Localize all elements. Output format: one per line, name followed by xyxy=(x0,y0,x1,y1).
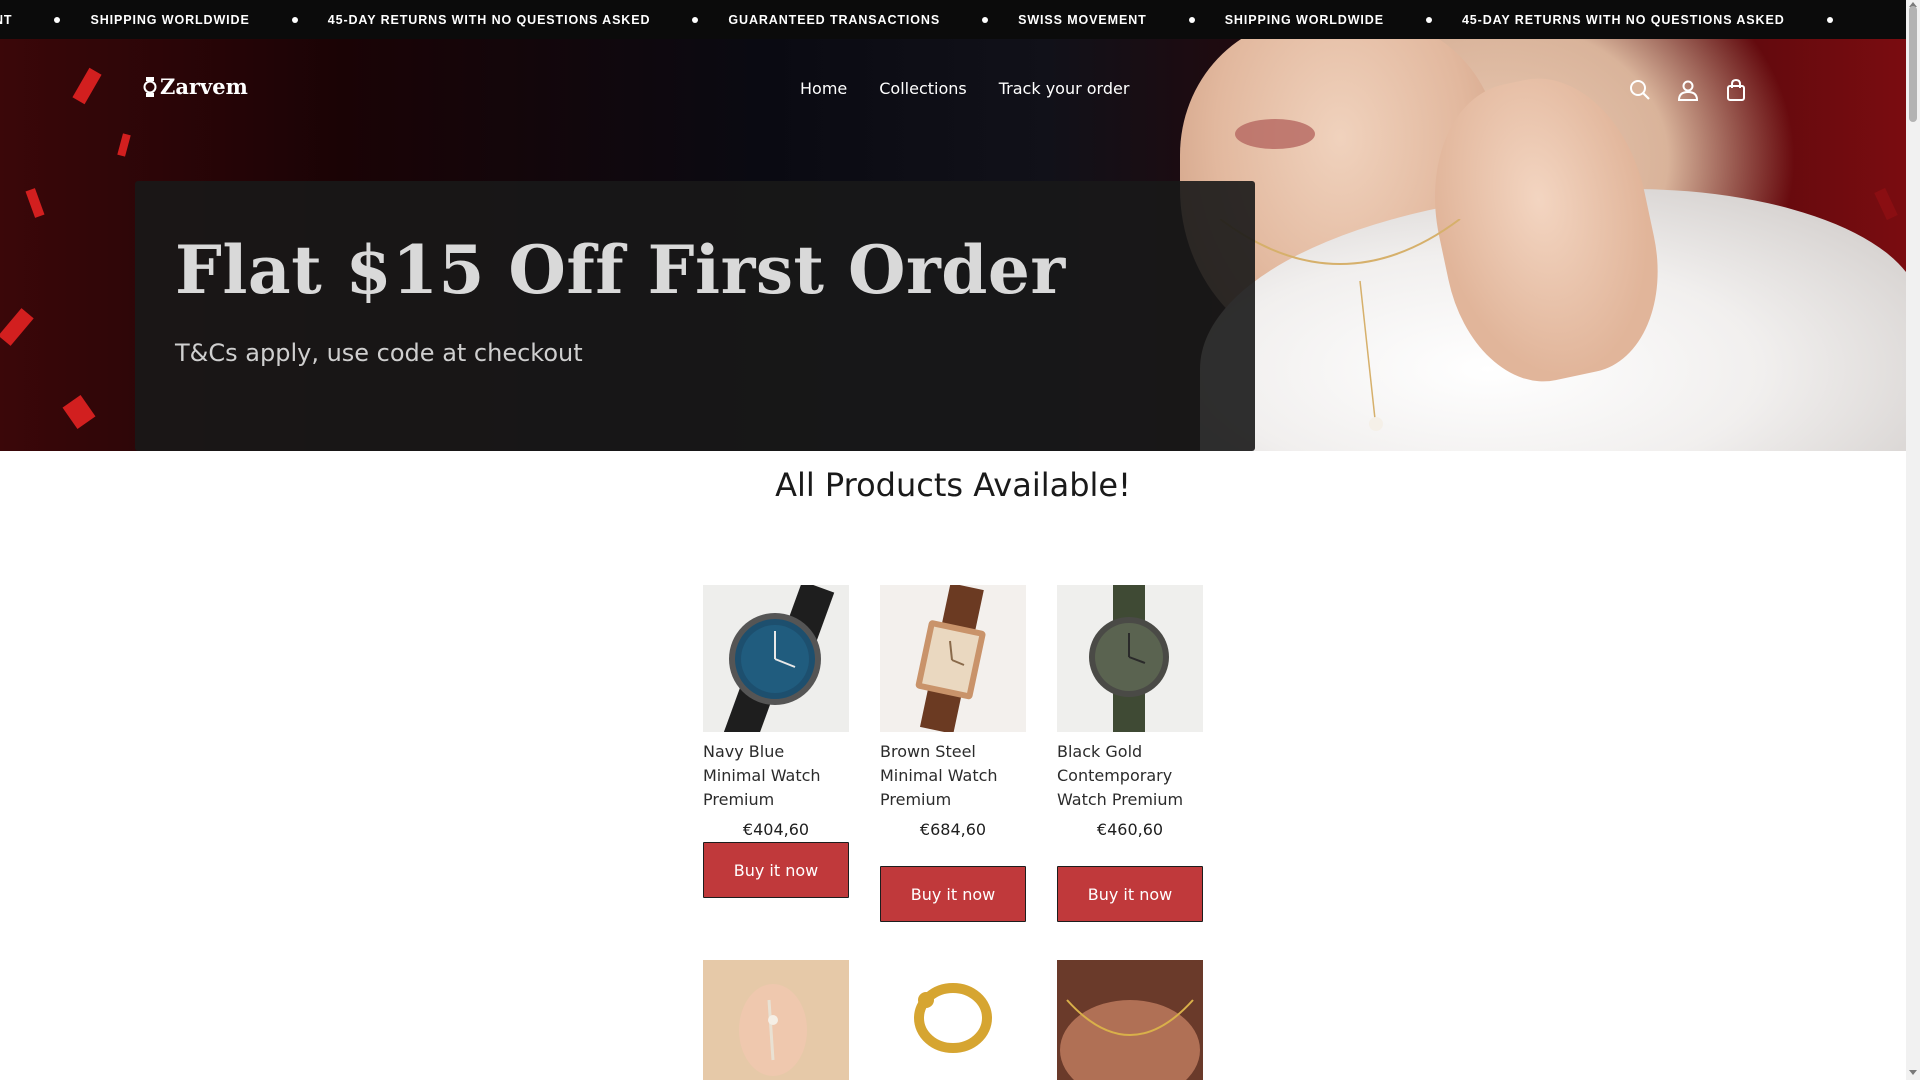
product-price: €684,60 xyxy=(919,820,987,839)
bullet-icon xyxy=(1425,16,1432,23)
hero-subtitle: T&Cs apply, use code at checkout xyxy=(175,339,583,367)
hero-text-panel: Flat $15 Off First Order T&Cs apply, use… xyxy=(135,181,1255,451)
product-image[interactable] xyxy=(703,960,849,1080)
bullet-icon xyxy=(982,16,989,23)
buy-now-button[interactable]: Buy it now xyxy=(880,866,1026,922)
bullet-icon xyxy=(54,16,61,23)
page-scrollbar[interactable] xyxy=(1906,0,1920,1080)
announcement-track: NT SHIPPING WORLDWIDE 45-DAY RETURNS WIT… xyxy=(0,0,1863,39)
announcement-item: SHIPPING WORLDWIDE xyxy=(90,13,327,27)
product-card: Brown Steel Minimal Watch Premium €684,6… xyxy=(880,585,1026,922)
announcement-item: 45-DAY RETURNS WITH NO QUESTIONS ASKED xyxy=(328,13,729,27)
buy-now-button[interactable]: Buy it now xyxy=(703,842,849,898)
announcement-bar: NT SHIPPING WORLDWIDE 45-DAY RETURNS WIT… xyxy=(0,0,1906,39)
hero-title: Flat $15 Off First Order xyxy=(175,231,1066,309)
section-title: All Products Available! xyxy=(775,466,1131,504)
bullet-icon xyxy=(692,16,699,23)
confetti-decoration xyxy=(25,188,45,218)
watch-logo-icon xyxy=(143,76,157,97)
site-header: Zarvem Home Collections Track your order xyxy=(0,39,1906,139)
announcement-item: 45-DAY RETURNS WITH NO QUESTIONS ASKED xyxy=(1462,13,1863,27)
logo[interactable]: Zarvem xyxy=(143,74,248,99)
scrollbar-thumb[interactable] xyxy=(1909,6,1917,122)
account-icon[interactable] xyxy=(1675,77,1701,103)
announcement-item: SWISS MOVEMENT xyxy=(1018,13,1225,27)
header-icons xyxy=(1627,77,1749,103)
product-name[interactable]: Navy Blue Minimal Watch Premium xyxy=(703,740,849,812)
announcement-item: GUARANTEED TRANSACTIONS xyxy=(728,13,1018,27)
confetti-decoration xyxy=(62,395,96,429)
scroll-down-icon[interactable] xyxy=(1909,1070,1917,1075)
confetti-decoration xyxy=(0,308,34,346)
product-card xyxy=(703,960,849,1080)
announcement-item: NT xyxy=(0,13,90,27)
product-image[interactable] xyxy=(1057,585,1203,732)
product-card xyxy=(1057,960,1203,1080)
nav-track-order[interactable]: Track your order xyxy=(999,79,1130,98)
cart-icon[interactable] xyxy=(1723,77,1749,103)
product-price: €404,60 xyxy=(742,820,810,839)
product-name[interactable]: Black Gold Contemporary Watch Premium xyxy=(1057,740,1203,812)
logo-text: Zarvem xyxy=(160,74,248,99)
nav-home[interactable]: Home xyxy=(800,79,847,98)
product-image[interactable] xyxy=(703,585,849,732)
nav-collections[interactable]: Collections xyxy=(879,79,966,98)
search-icon[interactable] xyxy=(1627,77,1653,103)
product-image[interactable] xyxy=(880,960,1026,1080)
product-card: Black Gold Contemporary Watch Premium €4… xyxy=(1057,585,1203,922)
buy-now-button[interactable]: Buy it now xyxy=(1057,866,1203,922)
product-name[interactable]: Brown Steel Minimal Watch Premium xyxy=(880,740,1026,812)
product-card: Navy Blue Minimal Watch Premium €404,60 … xyxy=(703,585,849,898)
product-image[interactable] xyxy=(880,585,1026,732)
bullet-icon xyxy=(291,16,298,23)
announcement-item: SHIPPING WORLDWIDE xyxy=(1225,13,1462,27)
product-image[interactable] xyxy=(1057,960,1203,1080)
main-nav: Home Collections Track your order xyxy=(800,79,1129,98)
bullet-icon xyxy=(1826,16,1833,23)
confetti-decoration xyxy=(1874,187,1898,221)
product-card xyxy=(880,960,1026,1080)
bullet-icon xyxy=(1188,16,1195,23)
product-price: €460,60 xyxy=(1096,820,1164,839)
